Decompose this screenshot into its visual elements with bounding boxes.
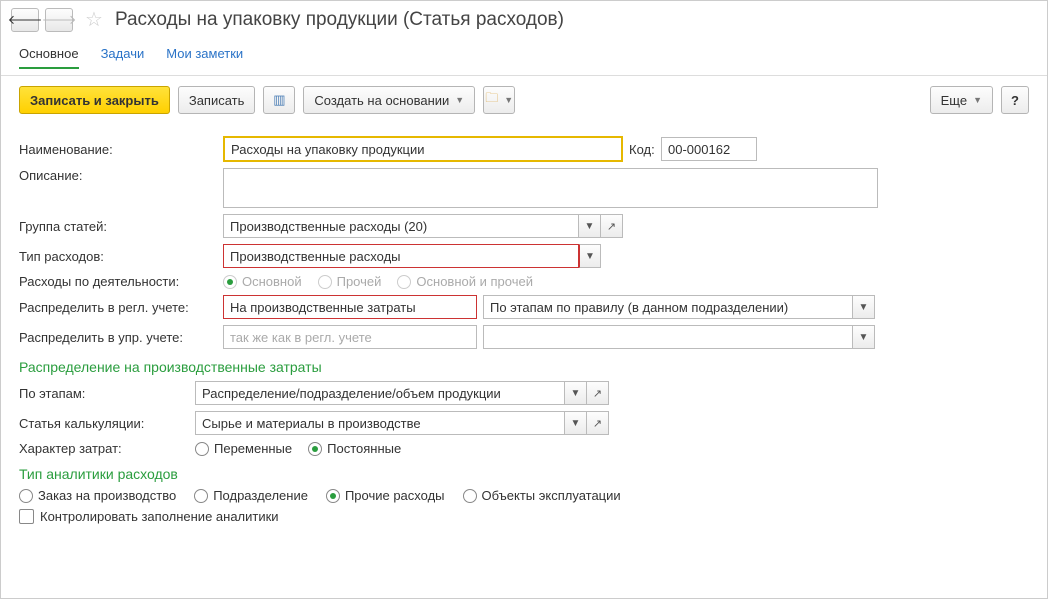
distrib-mgmt-select[interactable]: так же как в регл. учете	[223, 325, 477, 349]
group-label: Группа статей:	[19, 219, 217, 234]
radio-icon	[463, 489, 477, 503]
radio-icon	[318, 275, 332, 289]
distrib-reg-rule-select[interactable]: По этапам по правилу (в данном подраздел…	[483, 295, 853, 319]
radio-icon	[223, 275, 237, 289]
section-analytics: Тип аналитики расходов	[19, 466, 1029, 482]
name-input[interactable]	[223, 136, 623, 162]
expense-type-select[interactable]: Производственные расходы	[223, 244, 579, 268]
chevron-down-icon: ▼	[973, 95, 982, 105]
analytics-objects-radio[interactable]: Объекты эксплуатации	[463, 488, 621, 503]
cost-variable-radio[interactable]: Переменные	[195, 441, 292, 456]
section-distribution: Распределение на производственные затрат…	[19, 359, 1029, 375]
tab-main[interactable]: Основное	[19, 46, 79, 69]
save-button[interactable]: Записать	[178, 86, 256, 114]
open-icon: ↗	[593, 387, 602, 400]
analytics-dept-radio[interactable]: Подразделение	[194, 488, 308, 503]
analytics-other-radio[interactable]: Прочие расходы	[326, 488, 445, 503]
expense-type-dropdown-button[interactable]: ▼	[579, 244, 601, 268]
create-based-on-button[interactable]: Создать на основании ▼	[303, 86, 475, 114]
more-button[interactable]: Еще ▼	[930, 86, 993, 114]
code-label: Код:	[629, 142, 655, 157]
radio-icon	[397, 275, 411, 289]
by-stages-dropdown-button[interactable]: ▼	[565, 381, 587, 405]
radio-icon	[19, 489, 33, 503]
group-dropdown-button[interactable]: ▼	[579, 214, 601, 238]
calc-item-dropdown-button[interactable]: ▼	[565, 411, 587, 435]
open-icon: ↗	[607, 220, 616, 233]
radio-icon	[326, 489, 340, 503]
nav-back-button[interactable]: 🡐	[11, 8, 39, 32]
chevron-down-icon: ▼	[571, 388, 581, 399]
attachments-button[interactable]: 🗀 ▼	[483, 86, 515, 114]
open-icon: ↗	[593, 417, 602, 430]
calc-item-open-button[interactable]: ↗	[587, 411, 609, 435]
cost-constant-radio[interactable]: Постоянные	[308, 441, 401, 456]
help-button[interactable]: ?	[1001, 86, 1029, 114]
calc-item-label: Статья калькуляции:	[19, 416, 189, 431]
star-icon[interactable]: ☆	[85, 7, 103, 32]
tab-tasks[interactable]: Задачи	[101, 46, 145, 69]
radio-icon	[194, 489, 208, 503]
folder-icon: 🗀	[485, 89, 498, 111]
cost-nature-label: Характер затрат:	[19, 441, 189, 456]
chevron-down-icon: ▼	[571, 418, 581, 429]
chevron-down-icon: ▼	[455, 95, 464, 105]
chevron-down-icon: ▼	[585, 221, 595, 232]
distrib-mgmt-rule-select[interactable]	[483, 325, 853, 349]
activity-both-radio: Основной и прочей	[397, 274, 533, 289]
activity-main-radio: Основной	[223, 274, 302, 289]
control-analytics-checkbox[interactable]	[19, 509, 34, 524]
by-stages-open-button[interactable]: ↗	[587, 381, 609, 405]
description-label: Описание:	[19, 168, 217, 183]
code-input[interactable]	[661, 137, 757, 161]
analytics-order-radio[interactable]: Заказ на производство	[19, 488, 176, 503]
distrib-mgmt-rule-dropdown-button[interactable]: ▼	[853, 325, 875, 349]
distrib-reg-select[interactable]: На производственные затраты	[223, 295, 477, 319]
by-stages-label: По этапам:	[19, 386, 189, 401]
distrib-mgmt-label: Распределить в упр. учете:	[19, 330, 217, 345]
by-stages-select[interactable]: Распределение/подразделение/объем продук…	[195, 381, 565, 405]
group-select[interactable]: Производственные расходы (20)	[223, 214, 579, 238]
control-analytics-label: Контролировать заполнение аналитики	[40, 509, 279, 524]
distrib-reg-rule-dropdown-button[interactable]: ▼	[853, 295, 875, 319]
chevron-down-icon: ▼	[859, 302, 869, 313]
expense-type-label: Тип расходов:	[19, 249, 217, 264]
save-and-close-button[interactable]: Записать и закрыть	[19, 86, 170, 114]
distrib-reg-label: Распределить в регл. учете:	[19, 300, 217, 315]
radio-icon	[308, 442, 322, 456]
page-title: Расходы на упаковку продукции (Статья ра…	[115, 9, 564, 31]
description-textarea[interactable]	[223, 168, 878, 208]
chevron-down-icon: ▼	[859, 332, 869, 343]
tab-notes[interactable]: Мои заметки	[166, 46, 243, 69]
report-button[interactable]: ▥	[263, 86, 295, 114]
name-label: Наименование:	[19, 142, 217, 157]
nav-forward-button[interactable]: 🡒	[45, 8, 73, 32]
activity-label: Расходы по деятельности:	[19, 274, 217, 289]
chevron-down-icon: ▼	[504, 95, 513, 105]
calc-item-select[interactable]: Сырье и материалы в производстве	[195, 411, 565, 435]
activity-other-radio: Прочей	[318, 274, 382, 289]
report-icon: ▥	[273, 92, 285, 108]
chevron-down-icon: ▼	[585, 251, 595, 262]
group-open-button[interactable]: ↗	[601, 214, 623, 238]
radio-icon	[195, 442, 209, 456]
